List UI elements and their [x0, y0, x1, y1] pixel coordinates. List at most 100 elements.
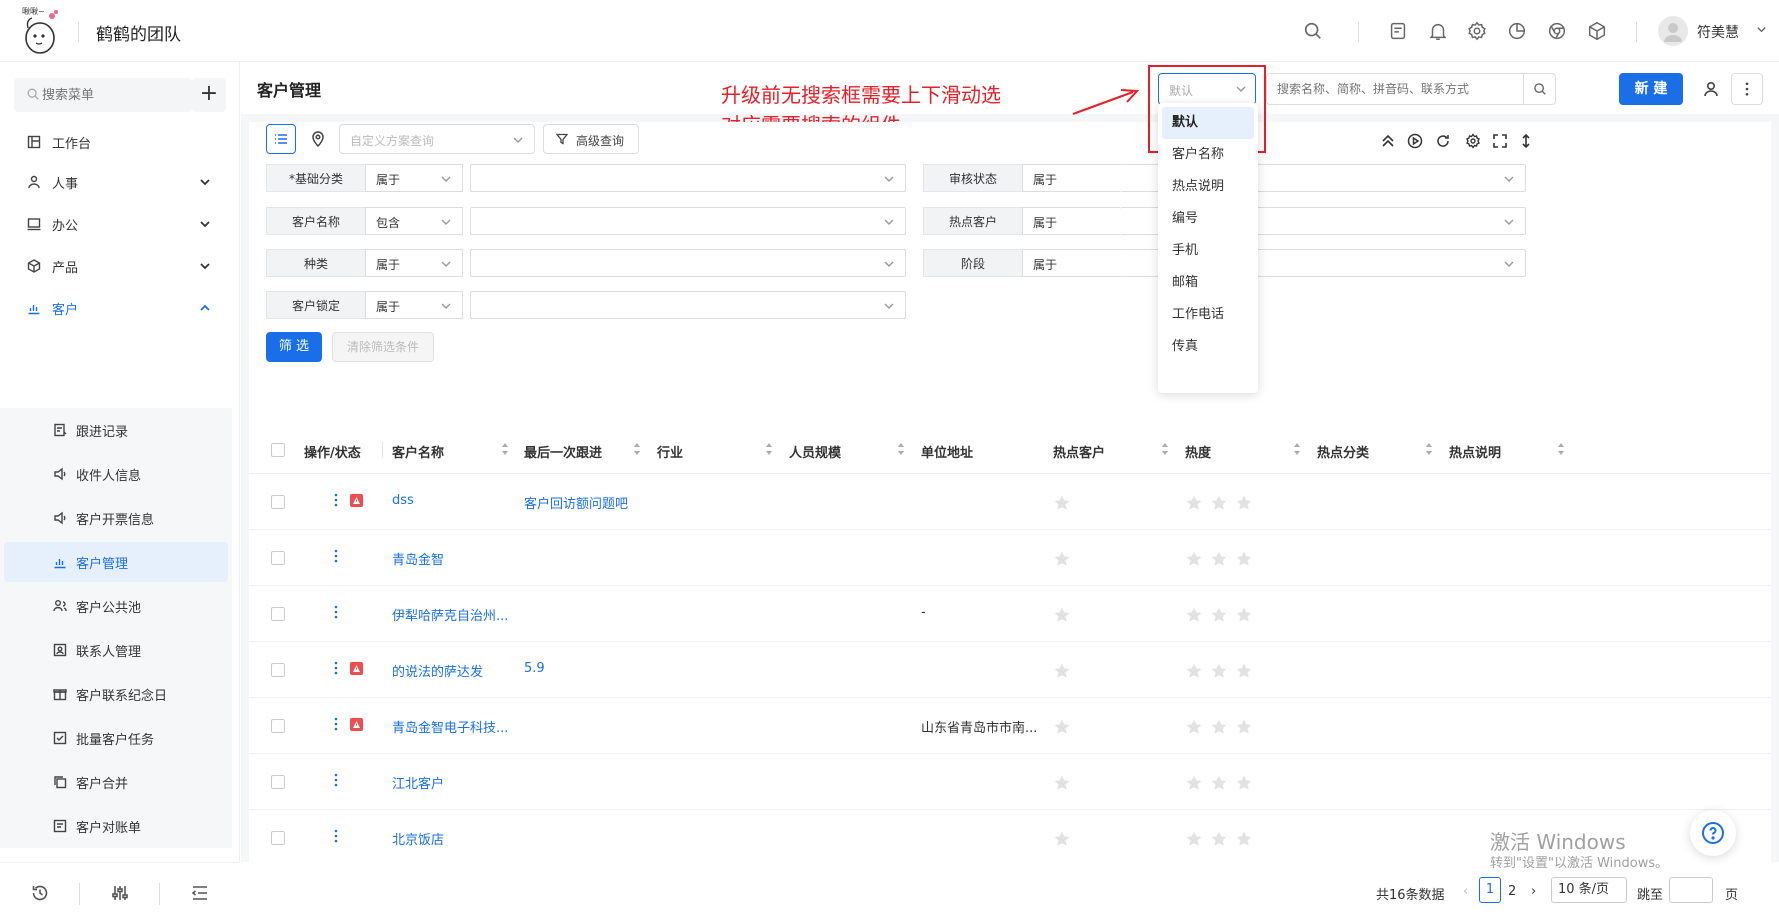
star-icon[interactable] — [1185, 774, 1203, 792]
star-icon[interactable] — [1235, 830, 1253, 848]
dropdown-option[interactable]: 传真 — [1162, 333, 1254, 361]
star-icon[interactable] — [1235, 662, 1253, 680]
avatar[interactable] — [1658, 16, 1688, 46]
filter-operator-select[interactable]: 属于 — [365, 291, 463, 319]
dropdown-option[interactable]: 邮箱 — [1162, 269, 1254, 297]
refresh-icon[interactable] — [1435, 133, 1451, 149]
row-checkbox[interactable] — [271, 607, 285, 621]
filter-operator-select[interactable]: 属于 — [1022, 207, 1120, 235]
column-header[interactable]: 热点客户 — [1053, 442, 1105, 461]
select-all-checkbox[interactable] — [271, 443, 285, 457]
page-size-select[interactable]: 10 条/页 — [1551, 877, 1627, 903]
column-header[interactable]: 热点说明 — [1449, 442, 1501, 461]
column-header[interactable]: 热度 — [1185, 442, 1211, 461]
search-icon[interactable] — [1302, 20, 1324, 42]
inbox-icon[interactable] — [1387, 20, 1409, 42]
sort-icon[interactable] — [501, 442, 509, 456]
sidebar-item-anniversary[interactable]: 客户联系纪念日 — [4, 674, 228, 714]
star-icon[interactable] — [1185, 606, 1203, 624]
column-header[interactable]: 行业 — [657, 442, 683, 461]
bell-icon[interactable] — [1427, 20, 1449, 42]
new-button[interactable]: 新 建 — [1619, 73, 1683, 105]
star-icon[interactable] — [1235, 494, 1253, 512]
customer-name-link[interactable]: 青岛金智电子科技... — [392, 717, 508, 736]
star-icon[interactable] — [1210, 662, 1228, 680]
row-actions-icon[interactable] — [333, 660, 339, 676]
customer-name-link[interactable]: 伊犁哈萨克自治州... — [392, 605, 508, 624]
star-icon[interactable] — [1185, 662, 1203, 680]
star-icon[interactable] — [1235, 718, 1253, 736]
column-header[interactable]: 最后一次跟进 — [524, 442, 602, 461]
customer-search-input[interactable] — [1277, 74, 1517, 104]
filter-button[interactable]: 筛 选 — [266, 332, 322, 362]
star-icon[interactable] — [1210, 494, 1228, 512]
filter-operator-select[interactable]: 属于 — [1022, 249, 1120, 277]
star-icon[interactable] — [1210, 774, 1228, 792]
scheme-select[interactable]: 自定义方案查询 — [339, 124, 535, 154]
search-button[interactable] — [1523, 74, 1555, 104]
pie-chart-icon[interactable] — [1506, 20, 1528, 42]
customer-name-link[interactable]: 青岛金智 — [392, 549, 444, 568]
row-checkbox[interactable] — [271, 551, 285, 565]
gear-icon[interactable] — [1465, 133, 1481, 149]
gear-icon[interactable] — [1466, 20, 1488, 42]
sidebar-item-workbench[interactable]: 工作台 — [0, 122, 240, 162]
customer-name-link[interactable]: 江北客户 — [392, 773, 444, 792]
page-2-button[interactable]: 2 — [1508, 884, 1516, 899]
dropdown-option[interactable]: 客户名称 — [1162, 141, 1254, 169]
row-checkbox[interactable] — [271, 663, 285, 677]
chrome-icon[interactable] — [1546, 20, 1568, 42]
filter-operator-select[interactable]: 属于 — [365, 164, 463, 192]
person-icon[interactable] — [1701, 79, 1721, 99]
column-header[interactable]: 人员规模 — [789, 442, 841, 461]
sort-icon[interactable] — [765, 442, 773, 456]
sidebar-item-customer-management[interactable]: 客户管理 — [4, 542, 228, 582]
dropdown-option[interactable]: 热点说明 — [1162, 173, 1254, 201]
star-icon[interactable] — [1235, 774, 1253, 792]
star-icon[interactable] — [1185, 550, 1203, 568]
filter-operator-select[interactable]: 属于 — [1022, 164, 1120, 192]
sidebar-item-invoice[interactable]: 客户开票信息 — [4, 498, 228, 538]
table-row[interactable]: 的说法的萨达发 5.9 — [249, 642, 1771, 698]
location-pin-icon[interactable] — [309, 130, 327, 148]
column-height-icon[interactable] — [1518, 133, 1534, 149]
advanced-query-button[interactable]: 高级查询 — [543, 124, 639, 154]
row-actions-icon[interactable] — [333, 772, 339, 788]
page-1-button[interactable]: 1 — [1479, 877, 1501, 903]
star-icon[interactable] — [1210, 606, 1228, 624]
row-actions-icon[interactable] — [333, 716, 339, 732]
star-icon[interactable] — [1185, 718, 1203, 736]
sort-icon[interactable] — [1161, 442, 1169, 456]
row-actions-icon[interactable] — [333, 548, 339, 564]
dropdown-option[interactable]: 编号 — [1162, 205, 1254, 233]
collapse-up-icon[interactable] — [1380, 133, 1396, 149]
table-row[interactable]: 青岛金智电子科技... 山东省青岛市市南... — [249, 698, 1771, 754]
sidebar-item-hr[interactable]: 人事 — [0, 162, 240, 202]
table-row[interactable]: dss 客户回访额问题吧 — [249, 474, 1771, 530]
sidebar-item-contacts[interactable]: 联系人管理 — [4, 630, 228, 670]
box-icon[interactable] — [1586, 20, 1608, 42]
add-menu-button[interactable]: + — [192, 78, 226, 112]
sort-icon[interactable] — [1425, 442, 1433, 456]
prev-page-icon[interactable]: ‹ — [1463, 884, 1468, 899]
star-icon[interactable] — [1210, 830, 1228, 848]
filter-operator-select[interactable]: 属于 — [365, 249, 463, 277]
table-row[interactable]: 青岛金智 — [249, 530, 1771, 586]
next-page-icon[interactable]: › — [1531, 884, 1536, 899]
dropdown-option[interactable]: 工作电话 — [1162, 301, 1254, 329]
menu-search-input[interactable] — [42, 78, 182, 112]
collapse-menu-icon[interactable] — [190, 883, 210, 903]
sidebar-item-followup[interactable]: 跟进记录 — [4, 410, 228, 450]
last-followup-link[interactable]: 客户回访额问题吧 — [524, 493, 628, 512]
row-checkbox[interactable] — [271, 719, 285, 733]
sidebar-item-office[interactable]: 办公 — [0, 204, 240, 244]
clear-filter-button[interactable]: 清除筛选条件 — [332, 332, 434, 362]
history-icon[interactable] — [30, 883, 50, 903]
column-header[interactable]: 客户名称 — [392, 442, 444, 461]
sliders-icon[interactable] — [110, 883, 130, 903]
play-icon[interactable] — [1407, 133, 1423, 149]
row-actions-icon[interactable] — [333, 492, 339, 508]
sidebar-item-public-pool[interactable]: 客户公共池 — [4, 586, 228, 626]
sort-icon[interactable] — [633, 442, 641, 456]
row-checkbox[interactable] — [271, 495, 285, 509]
